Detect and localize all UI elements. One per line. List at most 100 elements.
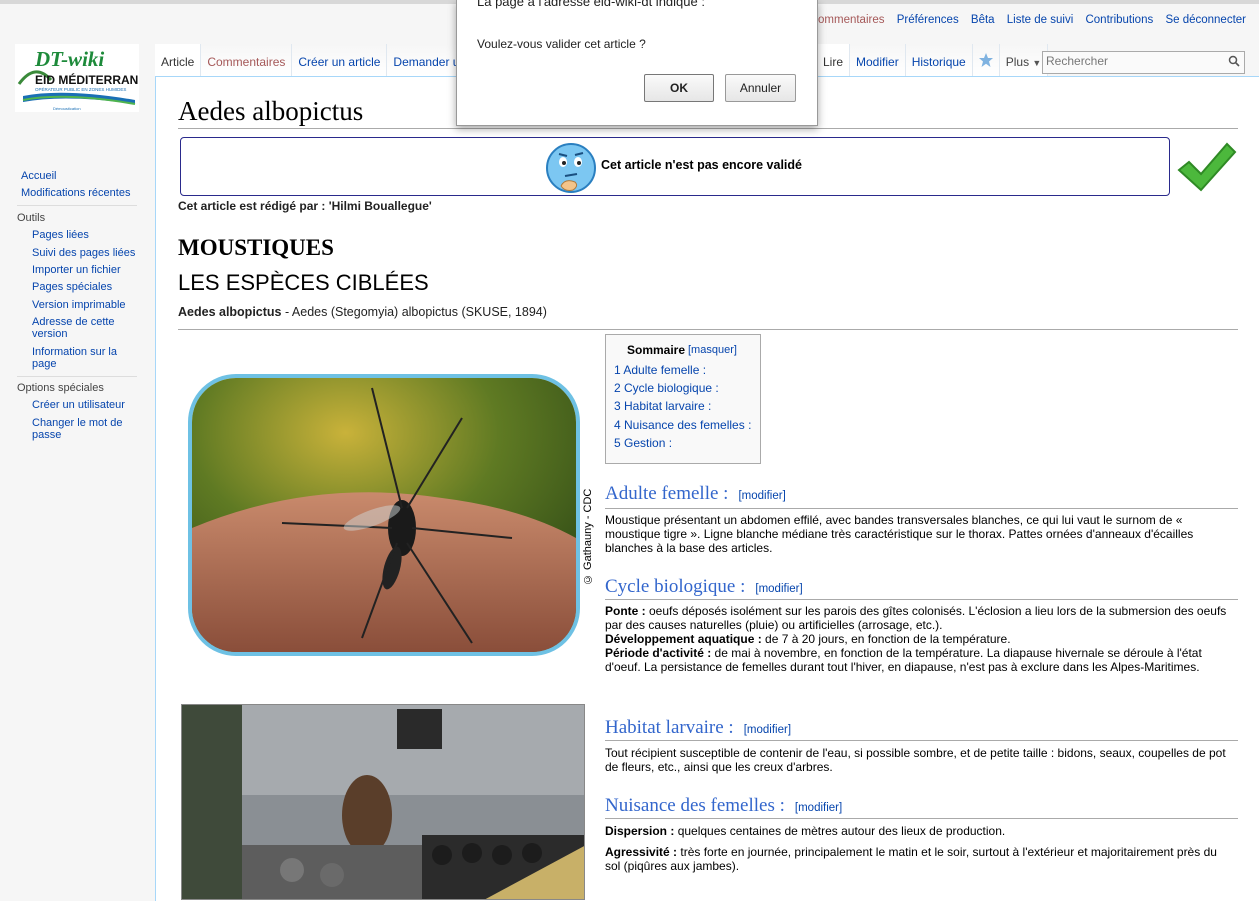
- section-title: Adulte femelle :: [605, 483, 729, 504]
- page-title: Aedes albopictus: [178, 96, 364, 126]
- title-divider: [178, 128, 1238, 129]
- tab-history[interactable]: Historique: [905, 44, 973, 76]
- edit-section-link[interactable]: [modifier]: [795, 802, 842, 814]
- chevron-down-icon: ▼: [1032, 58, 1042, 68]
- text-agressivite: très forte en journée, principalement le…: [605, 845, 1217, 873]
- sidebar-item-special-pages[interactable]: Pages spéciales: [32, 281, 112, 293]
- dialog-title: La page à l'adresse eid-wiki-dt indique …: [477, 0, 705, 9]
- toc-entry[interactable]: 1 Adulte femelle :: [614, 363, 706, 377]
- tab-comments[interactable]: Commentaires: [201, 44, 293, 76]
- toc-hide-link[interactable]: [masquer]: [688, 344, 737, 356]
- text-ponte: oeufs déposés isolément sur les parois d…: [605, 604, 1227, 632]
- tab-edit[interactable]: Modifier: [850, 44, 906, 76]
- text-developpement: de 7 à 20 jours, en fonction de la tempé…: [761, 632, 1011, 646]
- sidebar-header-special: Options spéciales: [17, 382, 104, 394]
- dialog-message: Voulez-vous valider cet article ?: [477, 37, 646, 51]
- tab-create-article[interactable]: Créer un article: [292, 44, 388, 76]
- section-divider: [605, 818, 1238, 819]
- edit-section-link[interactable]: [modifier]: [738, 490, 785, 502]
- toc-entry[interactable]: 2 Cycle biologique :: [614, 381, 719, 395]
- view-tabs: Lire Modifier Historique Plus ▼: [817, 44, 1049, 77]
- section-title: Cycle biologique :: [605, 576, 746, 597]
- sidebar-header-tools: Outils: [17, 212, 46, 224]
- thinking-face-icon: [546, 143, 596, 193]
- sidebar-item-accueil[interactable]: Accueil: [21, 170, 56, 182]
- logo-graphic: DT-wiki EID MÉDITERRANÉE OPÉRATEUR PUBLI…: [15, 44, 154, 112]
- sidebar-item-page-info[interactable]: Information sur la page: [32, 346, 127, 370]
- sidebar-item-printable[interactable]: Version imprimable: [32, 299, 126, 311]
- personal-link-contributions[interactable]: Contributions: [1085, 14, 1153, 26]
- check-mark-icon[interactable]: [1177, 142, 1237, 194]
- section-heading-habitat: Habitat larvaire : [modifier]: [605, 717, 791, 739]
- tab-read[interactable]: Lire: [817, 44, 851, 76]
- svg-text:DT-wiki: DT-wiki: [34, 47, 104, 71]
- text-dispersion: quelques centaines de mètres autour des …: [674, 824, 1006, 838]
- label-dispersion: Dispersion :: [605, 824, 675, 838]
- author-line: Cet article est rédigé par : 'Hilmi Boua…: [178, 199, 432, 213]
- personal-link-preferences[interactable]: Préférences: [897, 14, 959, 26]
- sidebar-item-change-password[interactable]: Changer le mot de passe: [32, 417, 132, 441]
- search-placeholder: Rechercher: [1046, 54, 1109, 68]
- sidebar-separator: [17, 205, 137, 206]
- toc-title: Sommaire: [627, 343, 686, 357]
- edit-section-link[interactable]: [modifier]: [744, 724, 791, 736]
- sidebar-item-create-user[interactable]: Créer un utilisateur: [32, 399, 125, 411]
- toc-entry[interactable]: 3 Habitat larvaire :: [614, 399, 711, 413]
- section-divider: [605, 740, 1238, 741]
- section-title: Nuisance des femelles :: [605, 795, 785, 816]
- photo-credit: © Gathauny - CDC: [582, 488, 594, 585]
- species-name: Aedes albopictus: [178, 305, 282, 319]
- confirm-dialog: La page à l'adresse eid-wiki-dt indique …: [456, 0, 818, 126]
- svg-text:OPÉRATEUR PUBLIC EN ZONES HUMI: OPÉRATEUR PUBLIC EN ZONES HUMIDES: [35, 86, 126, 92]
- section-heading-adulte: Adulte femelle : [modifier]: [605, 483, 786, 505]
- species-detail: - Aedes (Stegomyia) albopictus (SKUSE, 1…: [281, 305, 547, 319]
- tab-article[interactable]: Article: [155, 44, 202, 76]
- label-ponte: Ponte :: [605, 604, 646, 618]
- personal-link-logout[interactable]: Se déconnecter: [1165, 14, 1246, 26]
- section-text-dispersion: Dispersion : quelques centaines de mètre…: [605, 824, 1233, 838]
- search-icon[interactable]: [1228, 55, 1240, 67]
- sidebar-item-linked-pages[interactable]: Pages liées: [32, 229, 89, 241]
- section-title: Habitat larvaire :: [605, 717, 734, 738]
- section-divider: [605, 508, 1238, 509]
- section-divider: [605, 599, 1238, 600]
- section-heading-nuisance: Nuisance des femelles : [modifier]: [605, 795, 842, 817]
- watch-star-icon[interactable]: [972, 44, 1000, 76]
- label-developpement: Développement aquatique :: [605, 632, 762, 646]
- personal-link-beta[interactable]: Bêta: [971, 14, 995, 26]
- table-of-contents: Sommaire [masquer] 1 Adulte femelle : 2 …: [605, 334, 761, 464]
- personal-link-comments[interactable]: Commentaires: [810, 14, 885, 26]
- search-input[interactable]: Rechercher: [1042, 51, 1245, 74]
- svg-text:Démoustication: Démoustication: [53, 106, 81, 111]
- habitat-photo[interactable]: [181, 704, 585, 900]
- section-heading-cycle: Cycle biologique : [modifier]: [605, 576, 803, 598]
- toc-entry[interactable]: 4 Nuisance des femelles :: [614, 418, 751, 432]
- cancel-button[interactable]: Annuler: [725, 74, 796, 102]
- sidebar-separator: [17, 376, 137, 377]
- section-text-cycle: Ponte : oeufs déposés isolément sur les …: [605, 604, 1233, 674]
- sidebar-item-permalink[interactable]: Adresse de cette version: [32, 316, 127, 340]
- sidebar-item-recent-changes[interactable]: Modifications récentes: [21, 187, 130, 199]
- personal-tools: mindev Commentaires Préférences Bêta Lis…: [751, 14, 1246, 26]
- label-periode: Période d'activité :: [605, 646, 712, 660]
- svg-text:EID MÉDITERRANÉE: EID MÉDITERRANÉE: [35, 72, 139, 87]
- namespace-tabs: Article Commentaires Créer un article De…: [155, 44, 480, 77]
- label-agressivite: Agressivité :: [605, 845, 678, 859]
- section-text-agressivite: Agressivité : très forte en journée, pri…: [605, 845, 1233, 873]
- sidebar-item-related-changes[interactable]: Suivi des pages liées: [32, 247, 135, 259]
- site-logo[interactable]: DT-wiki EID MÉDITERRANÉE OPÉRATEUR PUBLI…: [15, 44, 154, 112]
- edit-section-link[interactable]: [modifier]: [755, 583, 802, 595]
- section-divider: [178, 329, 1238, 330]
- species-line: Aedes albopictus - Aedes (Stegomyia) alb…: [178, 305, 547, 319]
- heading-especes: LES ESPÈCES CIBLÉES: [178, 270, 429, 295]
- mosquito-photo[interactable]: [188, 374, 580, 656]
- personal-link-watchlist[interactable]: Liste de suivi: [1007, 14, 1073, 26]
- sidebar-item-upload[interactable]: Importer un fichier: [32, 264, 121, 276]
- validation-banner: Cet article n'est pas encore validé: [180, 137, 1170, 196]
- heading-moustiques: MOUSTIQUES: [178, 235, 334, 260]
- tab-more-label: Plus: [1005, 55, 1030, 69]
- ok-button[interactable]: OK: [644, 74, 714, 102]
- toc-entry[interactable]: 5 Gestion :: [614, 436, 672, 450]
- section-text-habitat: Tout récipient susceptible de contenir d…: [605, 746, 1226, 774]
- validation-message: Cet article n'est pas encore validé: [601, 158, 802, 172]
